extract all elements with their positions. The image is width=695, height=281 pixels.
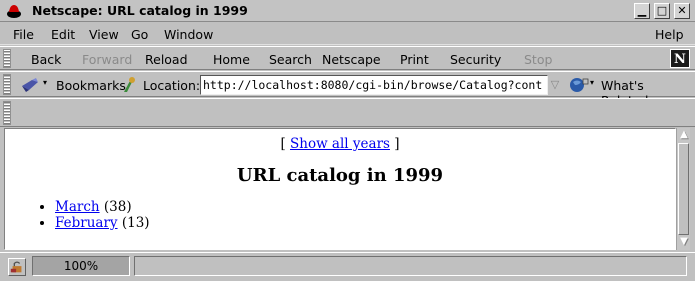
minimize-icon[interactable]: ▁ [634,3,650,19]
scroll-down-icon[interactable]: ▼ [678,236,690,248]
menu-file[interactable]: File [13,27,34,42]
menu-bar: File Edit View Go Window Help [0,23,695,45]
month-count: (38) [103,199,132,215]
navigation-toolbar: Back Forward Reload Home Search Netscape… [0,46,695,70]
bracket-close: ] [394,136,400,152]
month-link-february[interactable]: February [55,215,118,231]
month-count: (13) [121,215,150,231]
home-button[interactable]: Home [213,52,250,67]
page-content: [ Show all years ] URL catalog in 1999 M… [4,128,676,250]
location-toolbar: ▾ Bookmarks Location: http://localhost:8… [0,71,695,108]
stop-button[interactable]: Stop [524,52,552,67]
status-bar: 100% [0,252,695,281]
security-button[interactable]: Security [450,52,501,67]
show-all-years-line: [ Show all years ] [5,136,675,152]
show-all-years-link[interactable]: Show all years [290,136,390,152]
menu-go[interactable]: Go [131,27,148,42]
bookmarks-button[interactable]: Bookmarks [56,78,126,93]
whats-related-icon[interactable] [568,76,590,94]
reload-button[interactable]: Reload [145,52,188,67]
progress-indicator: 100% [32,256,130,276]
list-item: March (38) [55,199,150,215]
vertical-scrollbar[interactable]: ▲ ▼ [676,128,690,250]
location-drag-icon[interactable] [121,76,137,94]
status-message [134,256,687,276]
maximize-icon[interactable]: □ [654,3,670,19]
menu-help[interactable]: Help [655,27,684,42]
month-list: March (38) February (13) [37,199,150,231]
month-link-march[interactable]: March [55,199,100,215]
scroll-up-icon[interactable]: ▲ [678,129,690,141]
menu-window[interactable]: Window [164,27,213,42]
page-title: URL catalog in 1999 [236,165,444,186]
bookmarks-dropdown-icon[interactable]: ▾ [43,78,47,87]
toolbar-grip[interactable] [3,101,11,125]
title-bar: Netscape: URL catalog in 1999 ▁ □ ✕ [0,0,695,22]
list-item: February (13) [55,215,150,231]
scroll-thumb[interactable] [678,143,689,235]
back-button[interactable]: Back [31,52,61,67]
location-label: Location: [143,78,201,93]
toolbar-grip[interactable] [3,74,11,95]
bookmarks-icon[interactable] [20,76,42,94]
menu-edit[interactable]: Edit [51,27,75,42]
netscape-redhat-icon [7,5,21,18]
menu-view[interactable]: View [89,27,119,42]
window-title: Netscape: URL catalog in 1999 [32,3,248,18]
personal-toolbar [0,98,695,127]
url-input[interactable]: http://localhost:8080/cgi-bin/browse/Cat… [200,75,548,95]
forward-button[interactable]: Forward [82,52,132,67]
whats-related-dropdown-icon[interactable]: ▾ [590,78,594,87]
toolbar-grip[interactable] [3,49,11,68]
close-icon[interactable]: ✕ [674,3,690,19]
bracket-open: [ [280,136,286,152]
url-history-dropdown-icon[interactable]: ▽ [549,76,561,94]
netscape-button[interactable]: Netscape [322,52,381,67]
print-button[interactable]: Print [400,52,429,67]
security-lock-icon[interactable] [8,258,26,276]
search-button[interactable]: Search [269,52,312,67]
netscape-logo[interactable]: N [670,49,690,68]
